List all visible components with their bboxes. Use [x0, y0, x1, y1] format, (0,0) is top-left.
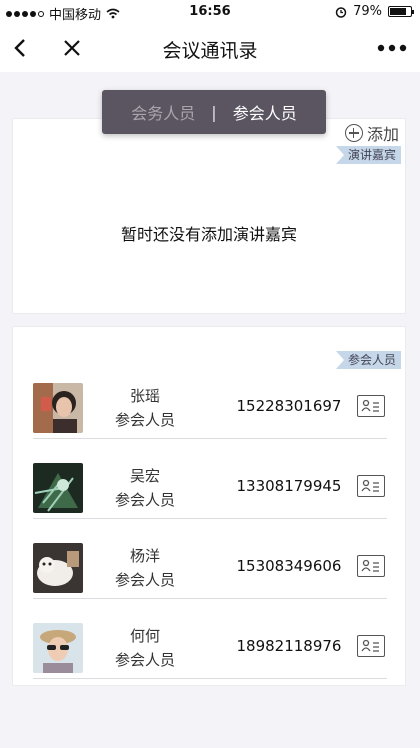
battery-percent: 79% [353, 4, 382, 19]
nav-bar: 会议通讯录 [0, 24, 420, 72]
contact-card-icon[interactable] [357, 635, 385, 657]
avatar [33, 463, 83, 513]
contact-name: 杨洋 [129, 547, 160, 565]
contact-role: 参会人员 [114, 651, 175, 669]
battery-icon [388, 6, 414, 17]
list-item[interactable]: 杨洋 参会人员 15308349606 [33, 519, 387, 599]
alarm-icon [335, 6, 347, 18]
list-item[interactable]: 张瑶 参会人员 15228301697 [33, 359, 387, 439]
contact-name: 吴宏 [129, 467, 160, 485]
attendees-card: 参会人员 张瑶 参会人员 15228301697 吴宏 参会人员 1330817… [12, 326, 406, 686]
contact-phone[interactable]: 15308349606 [229, 557, 349, 575]
contact-role: 参会人员 [114, 571, 175, 589]
add-speaker-button[interactable]: 添加 [344, 121, 399, 145]
status-right: 79% [335, 4, 414, 19]
more-dots-icon [377, 44, 407, 52]
tab-separator: | [211, 102, 217, 122]
contact-card-icon[interactable] [357, 555, 385, 577]
contact-card-icon[interactable] [357, 395, 385, 417]
status-bar: 中国移动 16:56 79% [0, 0, 420, 24]
contact-phone[interactable]: 18982118976 [229, 637, 349, 655]
more-button[interactable] [374, 34, 410, 62]
tab-attendees[interactable]: 参会人员 [223, 100, 307, 124]
page-title: 会议通讯录 [162, 40, 258, 62]
tab-staff[interactable]: 会务人员 [121, 100, 205, 124]
contact-card-icon[interactable] [357, 475, 385, 497]
add-label: 添加 [366, 125, 399, 144]
avatar [33, 383, 83, 433]
speakers-tag: 演讲嘉宾 [335, 146, 401, 164]
contact-phone[interactable]: 13308179945 [229, 477, 349, 495]
list-item[interactable]: 吴宏 参会人员 13308179945 [33, 439, 387, 519]
avatar [33, 623, 83, 673]
avatar [33, 543, 83, 593]
plus-circle-icon [344, 124, 363, 142]
contact-role: 参会人员 [114, 411, 175, 429]
speakers-card: 添加 演讲嘉宾 暂时还没有添加演讲嘉宾 [12, 118, 406, 314]
contact-name: 张瑶 [129, 387, 160, 405]
segmented-control: 会务人员 | 参会人员 [102, 90, 326, 134]
empty-state-text: 暂时还没有添加演讲嘉宾 [120, 225, 297, 244]
contact-role: 参会人员 [114, 491, 175, 509]
list-item[interactable]: 何何 参会人员 18982118976 [33, 599, 387, 679]
contact-phone[interactable]: 15228301697 [229, 397, 349, 415]
contact-name: 何何 [129, 627, 160, 645]
